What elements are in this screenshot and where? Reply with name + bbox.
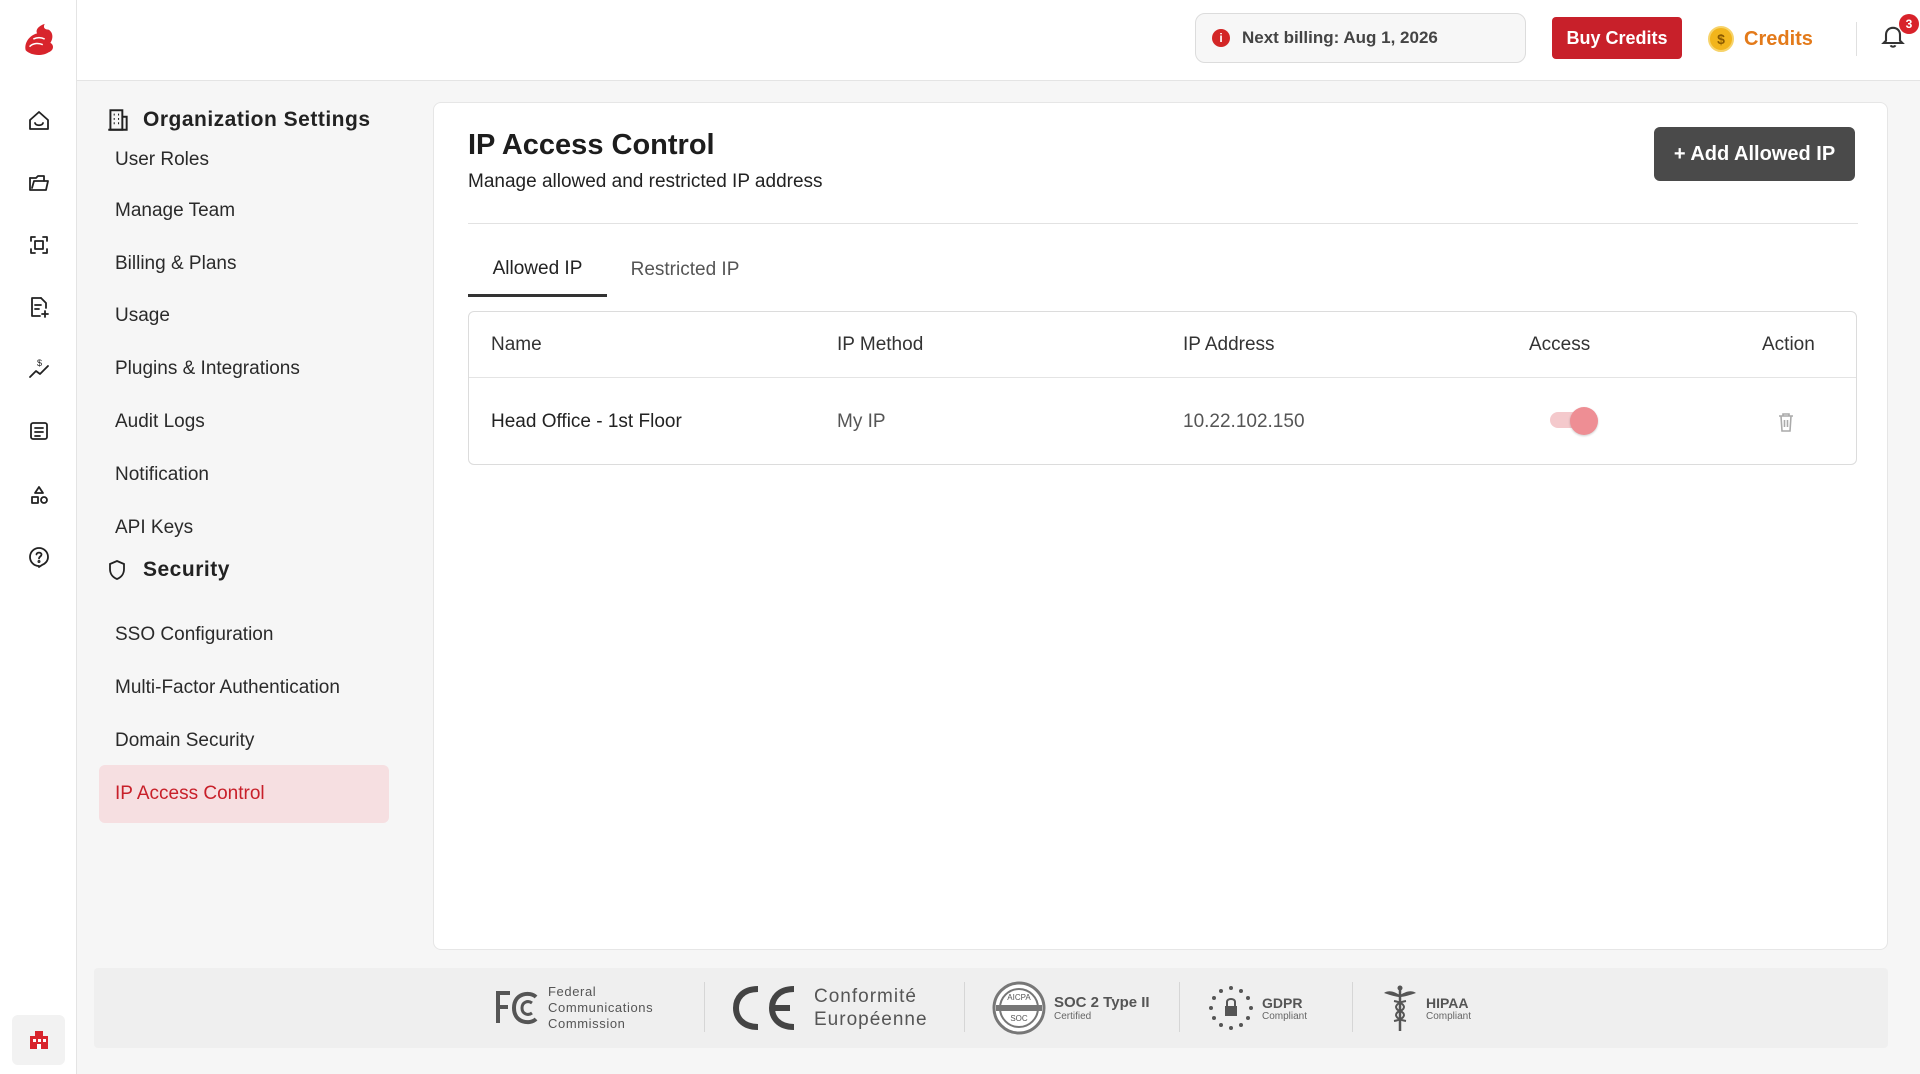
security-title-label: Security	[143, 558, 230, 581]
page-title: IP Access Control	[468, 129, 715, 161]
sidebar-item-api-keys[interactable]: API Keys	[99, 499, 389, 557]
tab-allowed-ip[interactable]: Allowed IP	[468, 243, 607, 297]
credits-label: Credits	[1744, 27, 1813, 50]
page-subtitle: Manage allowed and restricted IP address	[468, 171, 823, 192]
sidebar-item-manage-team[interactable]: Manage Team	[99, 182, 389, 240]
pricing-trend-icon[interactable]: $	[24, 354, 54, 384]
table-header: Name IP Method IP Address Access Action	[469, 312, 1856, 378]
sidebar-item-multi-factor-authentication[interactable]: Multi-Factor Authentication	[99, 659, 389, 717]
soc2-title: SOC 2 Type II	[1054, 994, 1150, 1011]
gdpr-subtitle: Compliant	[1262, 1010, 1308, 1022]
toggle-knob	[1570, 407, 1598, 435]
column-header-access: Access	[1529, 334, 1591, 355]
document-add-icon[interactable]	[24, 292, 54, 322]
column-header-ip-address: IP Address	[1183, 334, 1275, 355]
home-icon[interactable]	[24, 106, 54, 136]
row-ip-address: 10.22.102.150	[1183, 411, 1305, 432]
seal-top-label: AICPA	[1007, 993, 1031, 1002]
tab-restricted-ip[interactable]: Restricted IP	[617, 243, 753, 297]
row-ip-method: My IP	[837, 411, 886, 432]
topbar-divider	[1856, 22, 1857, 56]
hipaa-text: HIPAA Compliant	[1426, 995, 1471, 1022]
fcc-line-3: Commission	[548, 1016, 626, 1031]
fcc-logo-icon	[496, 991, 538, 1025]
soc2-badge: AICPA SOC SOC 2 Type II Certified	[992, 978, 1150, 1038]
top-bar: i Next billing: Aug 1, 2026 Buy Credits …	[77, 0, 1920, 81]
security-section-title: Security	[105, 558, 230, 582]
credits-link[interactable]: $ Credits	[1708, 24, 1813, 54]
column-header-ip-method: IP Method	[837, 334, 924, 355]
header-divider	[468, 223, 1858, 224]
billing-status: i Next billing: Aug 1, 2026	[1195, 13, 1526, 63]
sidebar-title-label: Organization Settings	[143, 108, 371, 131]
ip-access-control-card: IP Access Control Manage allowed and res…	[433, 102, 1888, 950]
ce-badge: Conformité Européenne	[730, 978, 928, 1038]
footer-divider	[964, 982, 965, 1032]
sidebar-item-usage[interactable]: Usage	[99, 287, 389, 345]
svg-text:$: $	[37, 358, 42, 368]
billing-text: Next billing: Aug 1, 2026	[1242, 28, 1438, 47]
compliance-footer: Federal Communications Commission Confor…	[94, 968, 1888, 1048]
footer-divider	[704, 982, 705, 1032]
hipaa-badge: HIPAA Compliant	[1380, 978, 1471, 1038]
sidebar-item-plugins-integrations[interactable]: Plugins & Integrations	[99, 340, 389, 398]
notification-bell-icon[interactable]: 3	[1879, 14, 1919, 56]
building-icon	[108, 109, 128, 131]
caduceus-icon	[1384, 985, 1416, 1031]
gdpr-title: GDPR	[1262, 994, 1303, 1011]
sidebar-title: Organization Settings	[105, 103, 377, 137]
gdpr-badge: GDPR Compliant	[1206, 978, 1307, 1038]
hipaa-title: HIPAA	[1426, 994, 1469, 1011]
ce-line-2: Européenne	[814, 1009, 928, 1030]
aicpa-soc-seal-icon: AICPA SOC	[992, 981, 1046, 1035]
fcc-line-2: Communications	[548, 1000, 654, 1015]
notification-count-badge: 3	[1899, 14, 1919, 34]
organization-icon[interactable]	[12, 1015, 65, 1065]
fcc-text: Federal Communications Commission	[548, 984, 653, 1032]
hipaa-subtitle: Compliant	[1426, 1010, 1472, 1022]
settings-sidebar: User Roles Manage Team Billing & Plans U…	[77, 81, 421, 966]
footer-divider	[1352, 982, 1353, 1032]
shapes-icon[interactable]	[24, 480, 54, 510]
sidebar-item-user-roles[interactable]: User Roles	[99, 139, 389, 171]
sidebar-item-billing-plans[interactable]: Billing & Plans	[99, 235, 389, 293]
column-header-action: Action	[1762, 334, 1815, 355]
sidebar-item-notification[interactable]: Notification	[99, 446, 389, 504]
gdpr-text: GDPR Compliant	[1262, 995, 1307, 1022]
shield-icon	[109, 560, 125, 580]
access-toggle[interactable]	[1550, 407, 1600, 435]
sidebar-item-sso-configuration[interactable]: SSO Configuration	[99, 606, 389, 664]
column-header-name: Name	[491, 334, 542, 355]
delete-trash-icon[interactable]	[1776, 411, 1798, 435]
ce-text: Conformité Européenne	[814, 985, 928, 1031]
soc2-subtitle: Certified	[1054, 1011, 1092, 1022]
sidebar-item-audit-logs[interactable]: Audit Logs	[99, 393, 389, 451]
folder-icon[interactable]	[24, 168, 54, 198]
ce-mark-icon	[732, 986, 795, 1030]
gdpr-stars-lock-icon	[1209, 986, 1253, 1030]
help-circle-icon[interactable]	[24, 542, 54, 572]
allowed-ip-table: Name IP Method IP Address Access Action …	[468, 311, 1857, 465]
scan-icon[interactable]	[24, 230, 54, 260]
footer-divider	[1179, 982, 1180, 1032]
sidebar-item-ip-access-control[interactable]: IP Access Control	[99, 765, 389, 823]
sidebar-item-domain-security[interactable]: Domain Security	[99, 712, 389, 770]
row-name: Head Office - 1st Floor	[491, 411, 682, 432]
fcc-badge: Federal Communications Commission	[496, 978, 653, 1038]
info-icon: i	[1212, 29, 1230, 47]
brand-logo-icon[interactable]	[20, 22, 58, 58]
seal-bottom-label: SOC	[1010, 1014, 1028, 1023]
add-allowed-ip-button[interactable]: + Add Allowed IP	[1654, 127, 1855, 181]
ce-line-1: Conformité	[814, 986, 917, 1007]
icon-rail: $	[0, 0, 77, 1074]
buy-credits-button[interactable]: Buy Credits	[1552, 17, 1682, 59]
settings-scroll-area: User Roles Manage Team Billing & Plans U…	[77, 139, 421, 966]
list-icon[interactable]	[24, 416, 54, 446]
soc2-text: SOC 2 Type II Certified	[1054, 994, 1150, 1022]
coin-icon: $	[1708, 26, 1734, 52]
fcc-line-1: Federal	[548, 984, 597, 999]
